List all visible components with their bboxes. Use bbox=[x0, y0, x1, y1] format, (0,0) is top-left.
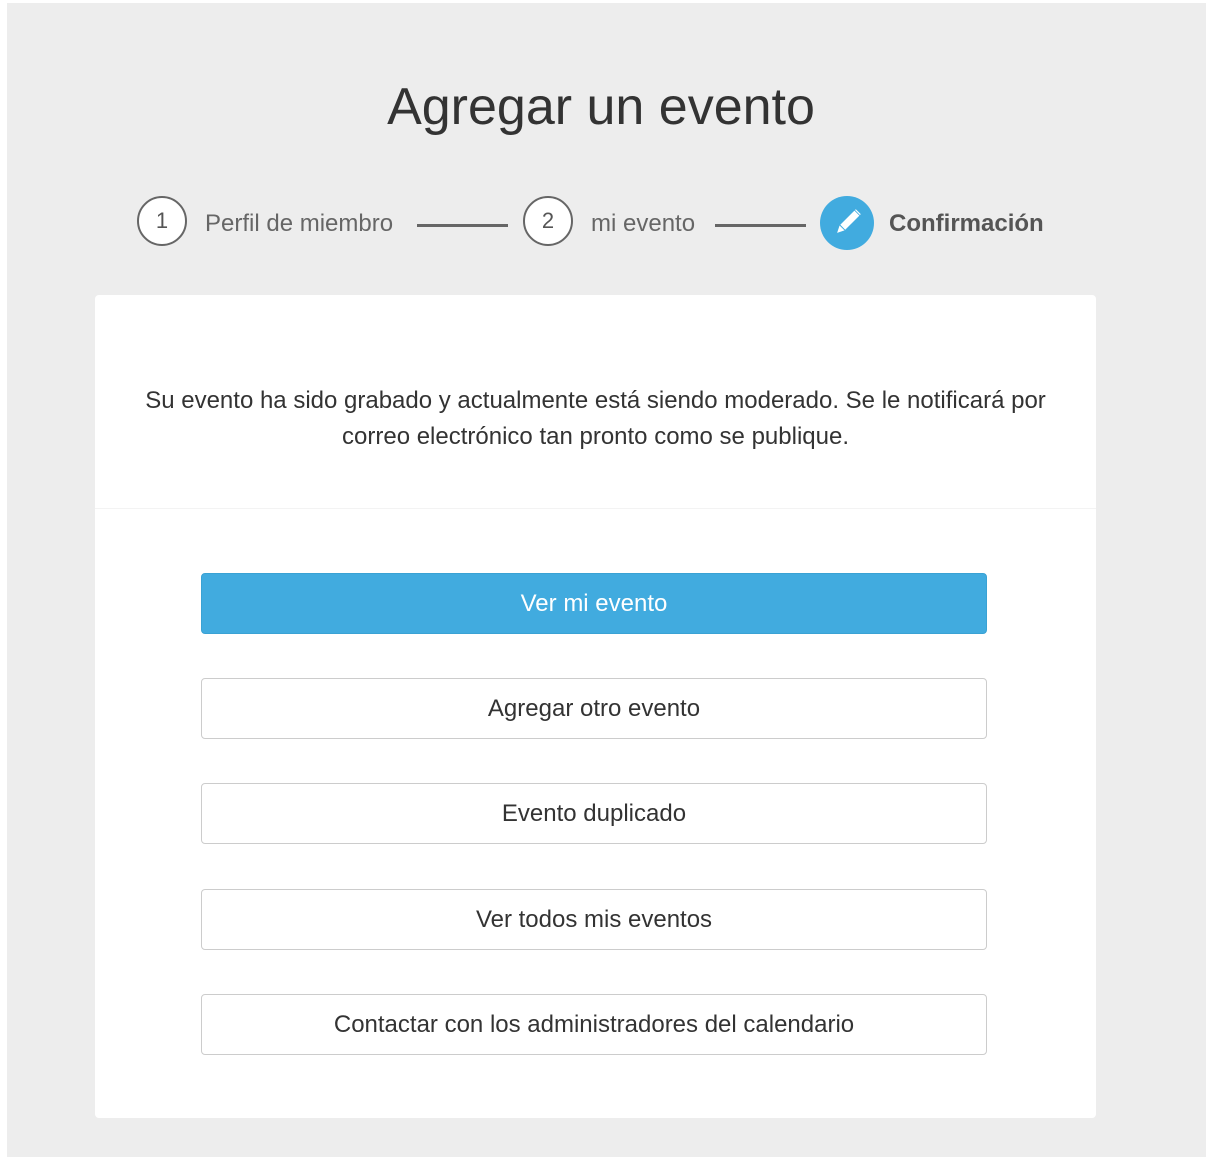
page-title: Agregar un evento bbox=[387, 78, 815, 136]
card-divider bbox=[95, 508, 1096, 509]
step-3-label: Confirmación bbox=[889, 210, 1044, 237]
step-3-active-circle bbox=[820, 196, 874, 250]
duplicate-event-button[interactable]: Evento duplicado bbox=[201, 783, 987, 844]
step-connector bbox=[417, 224, 508, 227]
progress-steps: 1 Perfil de miembro 2 mi evento Confirma… bbox=[7, 196, 1206, 252]
step-2-label: mi evento bbox=[591, 210, 696, 237]
step-2-number: 2 bbox=[523, 196, 573, 246]
step-1-number: 1 bbox=[137, 196, 187, 246]
confirmation-message: Su evento ha sido grabado y actualmente … bbox=[145, 387, 1046, 450]
view-all-my-events-button[interactable]: Ver todos mis eventos bbox=[201, 889, 987, 950]
confirmation-card: Su evento ha sido grabado y actualmente … bbox=[95, 295, 1096, 1118]
view-my-event-button[interactable]: Ver mi evento bbox=[201, 573, 987, 634]
add-another-event-button[interactable]: Agregar otro evento bbox=[201, 678, 987, 739]
contact-admins-button[interactable]: Contactar con los administradores del ca… bbox=[201, 994, 987, 1055]
page-background: Agregar un evento 1 Perfil de miembro 2 … bbox=[7, 3, 1206, 1157]
step-1-label: Perfil de miembro bbox=[205, 210, 394, 237]
pencil-icon bbox=[837, 209, 861, 233]
step-connector bbox=[715, 224, 806, 227]
